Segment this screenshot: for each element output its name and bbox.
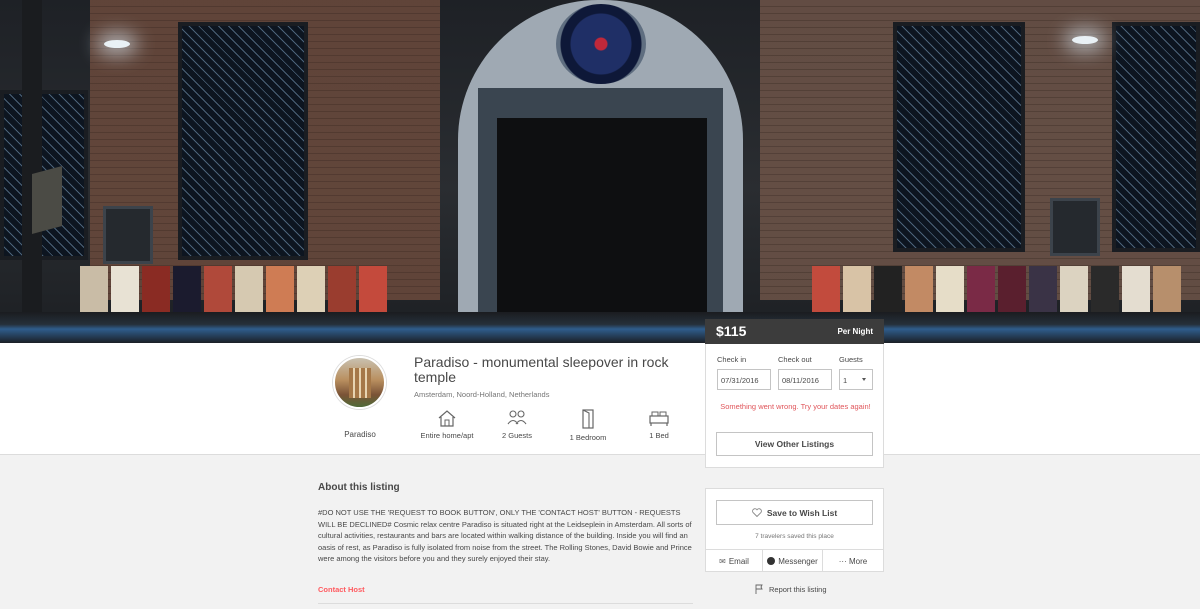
price-period: Per Night [837, 327, 873, 336]
checkin-label: Check in [717, 355, 747, 364]
guests-label: Guests [839, 355, 863, 364]
nightly-price: $115 [716, 323, 747, 339]
checkout-label: Check out [778, 355, 812, 364]
listing-description: #DO NOT USE THE 'REQUEST TO BOOK BUTTON'… [318, 508, 692, 564]
price-bar: $115 Per Night [705, 319, 884, 344]
listing-title: Paradiso - monumental sleepover in rock … [414, 354, 669, 385]
view-other-listings-button[interactable]: View Other Listings [716, 432, 873, 456]
checkin-date-input[interactable]: 07/31/2016 [717, 369, 771, 390]
divider [318, 603, 693, 604]
checkout-date-input[interactable]: 08/11/2016 [778, 369, 832, 390]
amenity-beds: 1 Bed [614, 409, 704, 440]
about-heading: About this listing [318, 482, 400, 493]
save-to-wishlist-button[interactable]: Save to Wish List [716, 500, 873, 525]
listing-location[interactable]: Amsterdam, Noord-Holland, Netherlands [414, 390, 549, 399]
contact-host-link[interactable]: Contact Host [318, 585, 365, 594]
guests-select-value: 1 [843, 376, 848, 385]
guests-select[interactable]: 1 [839, 369, 873, 390]
home-icon [438, 410, 456, 427]
share-more-button[interactable]: ··· More [823, 549, 883, 572]
report-listing-label: Report this listing [769, 584, 827, 594]
host-avatar[interactable] [333, 356, 386, 409]
saved-count: 7 travelers saved this place [755, 533, 834, 540]
rose-window [556, 4, 646, 84]
share-messenger-label: Messenger [778, 556, 818, 566]
poster-wall [80, 266, 387, 314]
report-listing-link[interactable]: Report this listing [755, 584, 827, 594]
heart-icon [751, 508, 762, 517]
wishlist-card: Save to Wish List 7 travelers saved this… [705, 488, 884, 572]
share-more-label: ··· More [838, 556, 868, 566]
poster-wall [812, 266, 1181, 314]
bed-icon [649, 411, 669, 426]
save-to-wishlist-label: Save to Wish List [766, 507, 838, 518]
flag-icon [755, 584, 763, 594]
envelope-icon: ✉ [719, 556, 726, 566]
share-email-button[interactable]: ✉ Email [706, 549, 763, 572]
chevron-down-icon [862, 378, 866, 381]
share-messenger-button[interactable]: Messenger [763, 549, 823, 572]
door-icon [582, 409, 594, 429]
hero-photo[interactable] [0, 0, 1200, 343]
share-email-label: Email [728, 556, 749, 566]
guests-icon [507, 410, 527, 425]
host-name[interactable]: Paradiso [330, 430, 390, 439]
messenger-icon [767, 557, 776, 565]
booking-error-message: Something went wrong. Try your dates aga… [720, 402, 871, 411]
booking-card: Check in Check out Guests 07/31/2016 08/… [705, 344, 884, 468]
